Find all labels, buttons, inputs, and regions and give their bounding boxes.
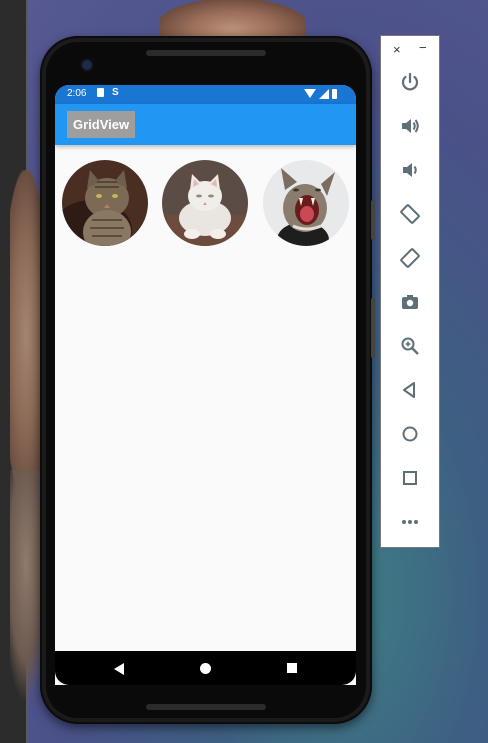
status-bar: 2:06 S bbox=[55, 85, 356, 104]
emulator-toolbar: × − bbox=[380, 35, 440, 548]
power-side-button[interactable] bbox=[371, 200, 375, 240]
back-icon[interactable] bbox=[114, 663, 124, 675]
s-notification-icon: S bbox=[112, 87, 119, 98]
sd-card-icon bbox=[97, 88, 104, 97]
volume-up-icon[interactable] bbox=[398, 114, 422, 138]
camera-icon[interactable] bbox=[398, 290, 422, 314]
overview-icon[interactable] bbox=[398, 466, 422, 490]
more-icon[interactable] bbox=[398, 510, 422, 534]
wallpaper-rock bbox=[160, 0, 305, 36]
cat-image bbox=[62, 160, 148, 246]
wifi-icon bbox=[304, 89, 316, 98]
page-title: GridView bbox=[67, 111, 136, 138]
home-icon[interactable] bbox=[398, 422, 422, 446]
battery-icon bbox=[332, 89, 337, 99]
rotate-left-icon[interactable] bbox=[398, 202, 422, 226]
bottom-speaker bbox=[146, 704, 266, 710]
volume-side-button[interactable] bbox=[371, 298, 375, 358]
device-screen: 2:06 S GridView bbox=[55, 85, 356, 685]
zoom-icon[interactable] bbox=[398, 334, 422, 358]
app-bar: GridView bbox=[55, 104, 356, 145]
signal-icon bbox=[319, 89, 329, 99]
grid-item-cat-white[interactable] bbox=[162, 160, 248, 246]
status-time: 2:06 bbox=[67, 88, 87, 99]
recents-icon[interactable] bbox=[287, 663, 297, 673]
power-icon[interactable] bbox=[398, 70, 422, 94]
close-icon[interactable]: × bbox=[393, 42, 401, 57]
minimize-icon[interactable]: − bbox=[419, 40, 427, 55]
back-icon[interactable] bbox=[398, 378, 422, 402]
grid-item-cat-tabby[interactable] bbox=[62, 160, 148, 246]
rotate-right-icon[interactable] bbox=[398, 246, 422, 270]
navigation-bar bbox=[55, 651, 356, 685]
grid-item-cat-yawning[interactable] bbox=[263, 160, 349, 246]
earpiece-speaker bbox=[146, 50, 266, 56]
home-icon[interactable] bbox=[200, 663, 211, 674]
cat-image bbox=[162, 160, 248, 246]
front-camera bbox=[82, 60, 92, 70]
cat-image bbox=[263, 160, 349, 246]
volume-down-icon[interactable] bbox=[398, 158, 422, 182]
